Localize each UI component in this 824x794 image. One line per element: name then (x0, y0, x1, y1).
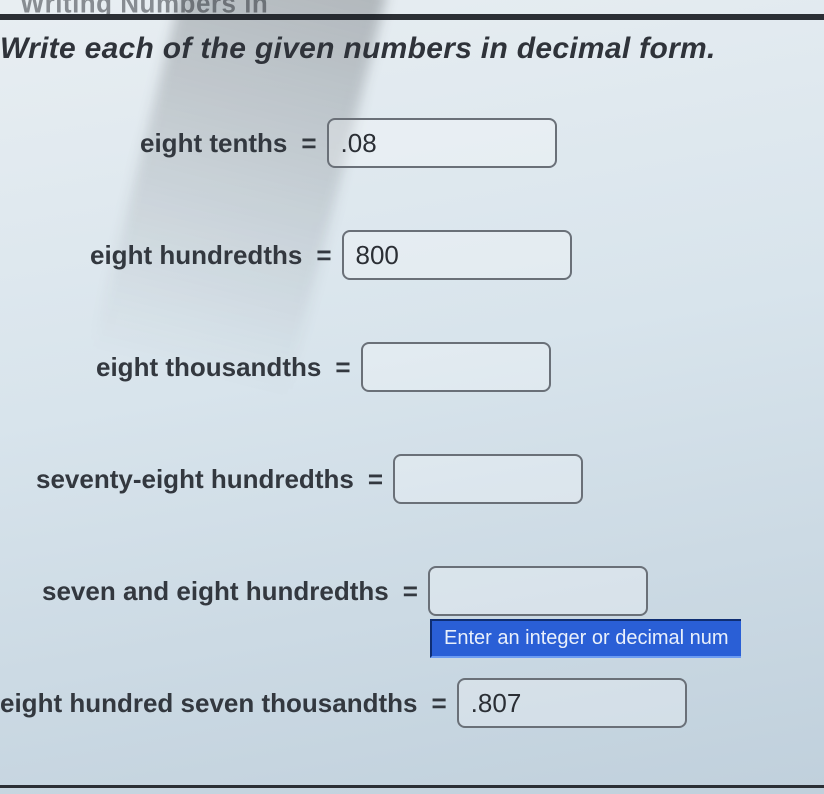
problem-row: eight tenths = (0, 118, 824, 168)
top-divider (0, 14, 824, 20)
answer-input-1[interactable] (327, 118, 557, 168)
answer-input-6[interactable] (457, 678, 687, 728)
problem-row: eight hundredths = (0, 230, 824, 280)
equals-sign: = (327, 352, 360, 383)
problem-row: eight thousandths = (0, 342, 824, 392)
answer-input-4[interactable] (393, 454, 583, 504)
problem-label: seven and eight hundredths (42, 576, 395, 607)
problem-label: seventy-eight hundredths (36, 464, 360, 495)
problem-row: seventy-eight hundredths = (0, 454, 824, 504)
problem-row: eight hundred seven thousandths = (0, 678, 824, 728)
equals-sign: = (308, 240, 341, 271)
problem-row: seven and eight hundredths = Enter an in… (0, 566, 824, 616)
answer-input-2[interactable] (342, 230, 572, 280)
problem-label: eight hundredths (90, 240, 308, 271)
equals-sign: = (360, 464, 393, 495)
problem-label: eight tenths (140, 128, 293, 159)
equals-sign: = (423, 688, 456, 719)
instruction-text: Write each of the given numbers in decim… (0, 32, 716, 66)
equals-sign: = (395, 576, 428, 607)
problem-list: eight tenths = eight hundredths = eight … (0, 118, 824, 738)
answer-input-5[interactable] (428, 566, 648, 616)
input-hint-tooltip: Enter an integer or decimal num (430, 619, 741, 658)
answer-input-3[interactable] (361, 342, 551, 392)
problem-label: eight thousandths (96, 352, 327, 383)
worksheet-page: Writing Numbers in Write each of the giv… (0, 0, 824, 794)
bottom-divider (0, 785, 824, 788)
equals-sign: = (293, 128, 326, 159)
problem-label: eight hundred seven thousandths (0, 688, 423, 719)
